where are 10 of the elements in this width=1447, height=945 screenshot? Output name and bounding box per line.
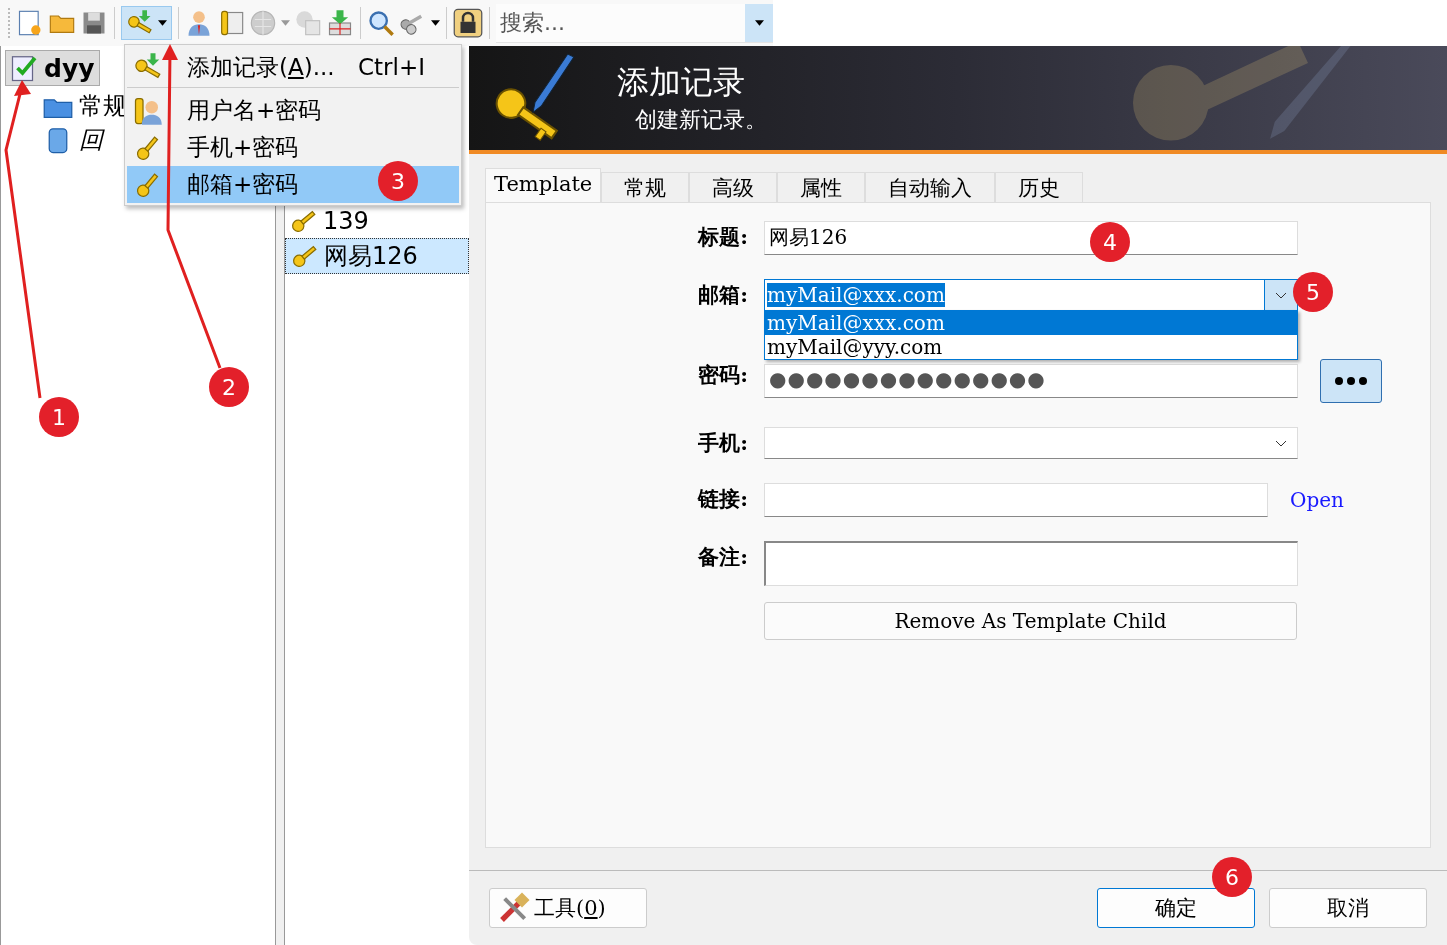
field-label: 邮箱: xyxy=(697,281,749,309)
field-label: 手机: xyxy=(697,429,749,457)
field-label: 标题: xyxy=(696,223,749,251)
field-label: 密码: xyxy=(697,361,749,389)
dialog-title: 添加记录 xyxy=(617,62,746,103)
field-label: 备注: xyxy=(697,543,749,571)
field-label: 链接: xyxy=(696,485,749,513)
step-number-badge: 1 xyxy=(39,397,79,437)
step-number-badge: 2 xyxy=(209,367,249,407)
dialog-subtitle: 创建新记录。 xyxy=(635,106,767,134)
